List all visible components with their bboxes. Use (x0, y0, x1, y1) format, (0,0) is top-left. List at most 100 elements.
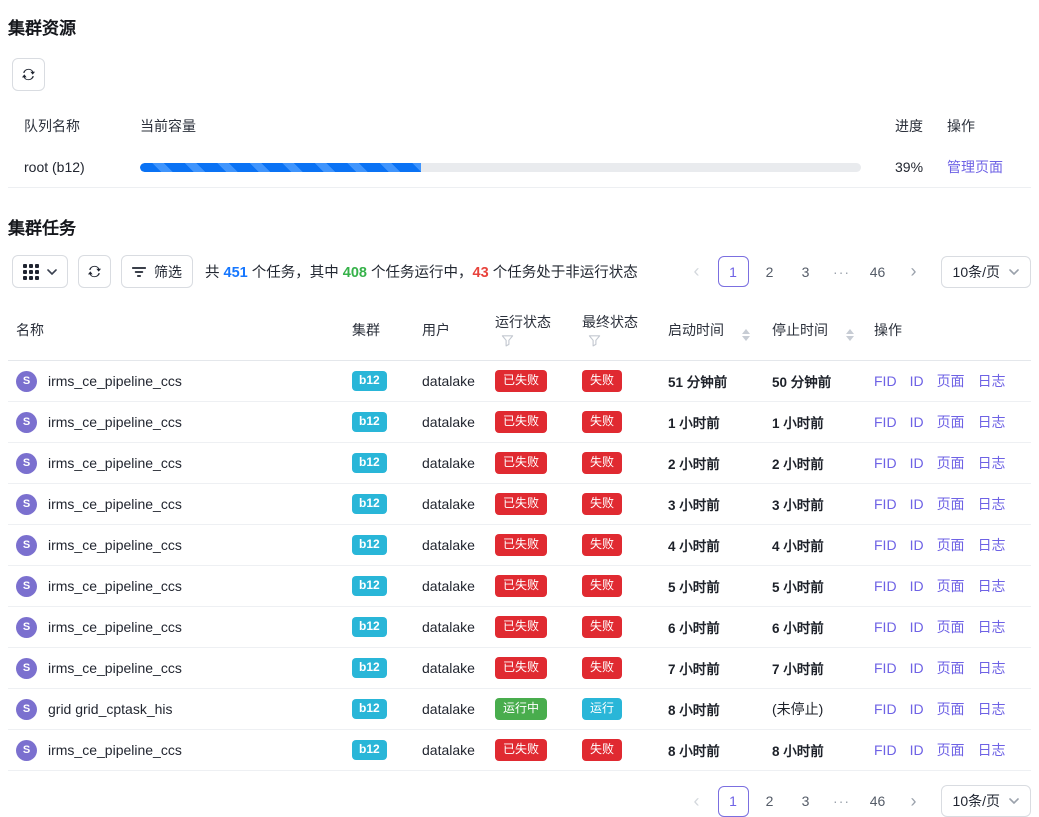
op-link-log[interactable]: 日志 (978, 578, 1006, 594)
start-time: 4 小时前 (668, 539, 720, 554)
op-link-page[interactable]: 页面 (937, 537, 965, 553)
table-row: Sirms_ce_pipeline_ccs b12 datalake 已失败 失… (8, 566, 1031, 607)
op-link-id[interactable]: ID (910, 619, 924, 635)
start-time: 2 小时前 (668, 457, 720, 472)
op-link-id[interactable]: ID (910, 537, 924, 553)
task-name: irms_ce_pipeline_ccs (48, 373, 182, 389)
final-status-badge: 失败 (582, 575, 622, 596)
op-link-page[interactable]: 页面 (937, 701, 965, 717)
layout-switch-button[interactable] (12, 255, 68, 288)
page-button-2[interactable]: 2 (755, 256, 785, 287)
user-cell: datalake (414, 566, 487, 607)
op-link-fid[interactable]: FID (874, 414, 897, 430)
header-name: 名称 (8, 300, 344, 361)
final-status-badge: 失败 (582, 616, 622, 637)
page-button-3[interactable]: 3 (791, 256, 821, 287)
op-link-page[interactable]: 页面 (937, 414, 965, 430)
op-link-page[interactable]: 页面 (937, 619, 965, 635)
op-link-fid[interactable]: FID (874, 496, 897, 512)
op-link-id[interactable]: ID (910, 578, 924, 594)
page-size-select[interactable]: 10条/页 (941, 256, 1031, 288)
op-link-log[interactable]: 日志 (978, 660, 1006, 676)
op-link-id[interactable]: ID (910, 742, 924, 758)
summary-text: 个任务运行中， (367, 265, 473, 281)
header-run-status: 运行状态 (487, 300, 574, 361)
op-link-page[interactable]: 页面 (937, 660, 965, 676)
cluster-badge: b12 (352, 617, 387, 636)
op-link-page[interactable]: 页面 (937, 373, 965, 389)
chevron-down-icon (1009, 269, 1019, 275)
final-status-badge: 失败 (582, 411, 622, 432)
page-button-46[interactable]: 46 (863, 256, 893, 287)
op-link-log[interactable]: 日志 (978, 414, 1006, 430)
stop-time: 4 小时前 (772, 539, 824, 554)
op-link-log[interactable]: 日志 (978, 742, 1006, 758)
table-row: Sirms_ce_pipeline_ccs b12 datalake 已失败 失… (8, 648, 1031, 689)
filter-button-label: 筛选 (154, 262, 182, 282)
filter-button[interactable]: 筛选 (121, 255, 193, 288)
op-link-id[interactable]: ID (910, 414, 924, 430)
task-name: irms_ce_pipeline_ccs (48, 742, 182, 758)
run-status-badge: 已失败 (495, 575, 547, 596)
op-link-fid[interactable]: FID (874, 701, 897, 717)
summary-text: 共 (205, 265, 224, 281)
op-link-fid[interactable]: FID (874, 742, 897, 758)
op-link-page[interactable]: 页面 (937, 578, 965, 594)
pagination-ellipsis[interactable]: ··· (827, 786, 857, 817)
avatar: S (16, 412, 37, 433)
op-link-fid[interactable]: FID (874, 619, 897, 635)
op-link-fid[interactable]: FID (874, 578, 897, 594)
next-page-button[interactable]: › (899, 256, 929, 287)
stop-time: 3 小时前 (772, 498, 824, 513)
user-cell: datalake (414, 402, 487, 443)
op-link-log[interactable]: 日志 (978, 537, 1006, 553)
pagination-ellipsis[interactable]: ··· (827, 256, 857, 287)
stop-time: 7 小时前 (772, 662, 824, 677)
op-link-fid[interactable]: FID (874, 373, 897, 389)
progress-percent: 39% (887, 147, 939, 188)
stop-time: 1 小时前 (772, 416, 824, 431)
op-link-id[interactable]: ID (910, 701, 924, 717)
tasks-refresh-button[interactable] (78, 255, 111, 288)
manage-page-link[interactable]: 管理页面 (947, 159, 1003, 175)
op-link-page[interactable]: 页面 (937, 455, 965, 471)
op-link-fid[interactable]: FID (874, 455, 897, 471)
stop-time: 8 小时前 (772, 744, 824, 759)
filter-funnel-icon[interactable] (588, 334, 601, 347)
tasks-title: 集群任务 (8, 214, 1031, 239)
op-link-log[interactable]: 日志 (978, 455, 1006, 471)
page-button-1[interactable]: 1 (718, 786, 749, 817)
page-button-1[interactable]: 1 (718, 256, 749, 287)
prev-page-button[interactable]: ‹ (682, 256, 712, 287)
op-link-log[interactable]: 日志 (978, 496, 1006, 512)
op-link-log[interactable]: 日志 (978, 619, 1006, 635)
filter-funnel-icon[interactable] (501, 334, 514, 347)
op-link-fid[interactable]: FID (874, 660, 897, 676)
sort-icon[interactable] (846, 329, 854, 341)
op-link-page[interactable]: 页面 (937, 742, 965, 758)
op-link-id[interactable]: ID (910, 660, 924, 676)
start-time: 51 分钟前 (668, 375, 727, 390)
page-button-3[interactable]: 3 (791, 786, 821, 817)
op-link-log[interactable]: 日志 (978, 373, 1006, 389)
sort-icon[interactable] (742, 329, 750, 341)
header-cluster: 集群 (344, 300, 414, 361)
next-page-button[interactable]: › (899, 786, 929, 817)
op-link-id[interactable]: ID (910, 373, 924, 389)
page-button-2[interactable]: 2 (755, 786, 785, 817)
prev-page-button[interactable]: ‹ (682, 786, 712, 817)
op-link-page[interactable]: 页面 (937, 496, 965, 512)
task-name: irms_ce_pipeline_ccs (48, 660, 182, 676)
capacity-progress (140, 163, 861, 172)
op-link-id[interactable]: ID (910, 496, 924, 512)
op-link-id[interactable]: ID (910, 455, 924, 471)
page-size-label: 10条/页 (953, 791, 1000, 811)
avatar: S (16, 576, 37, 597)
capacity-progress-fill (140, 163, 421, 172)
page-button-46[interactable]: 46 (863, 786, 893, 817)
avatar: S (16, 371, 37, 392)
header-queue-name: 队列名称 (8, 105, 132, 147)
op-link-fid[interactable]: FID (874, 537, 897, 553)
resources-refresh-button[interactable] (12, 58, 45, 91)
op-link-log[interactable]: 日志 (978, 701, 1006, 717)
